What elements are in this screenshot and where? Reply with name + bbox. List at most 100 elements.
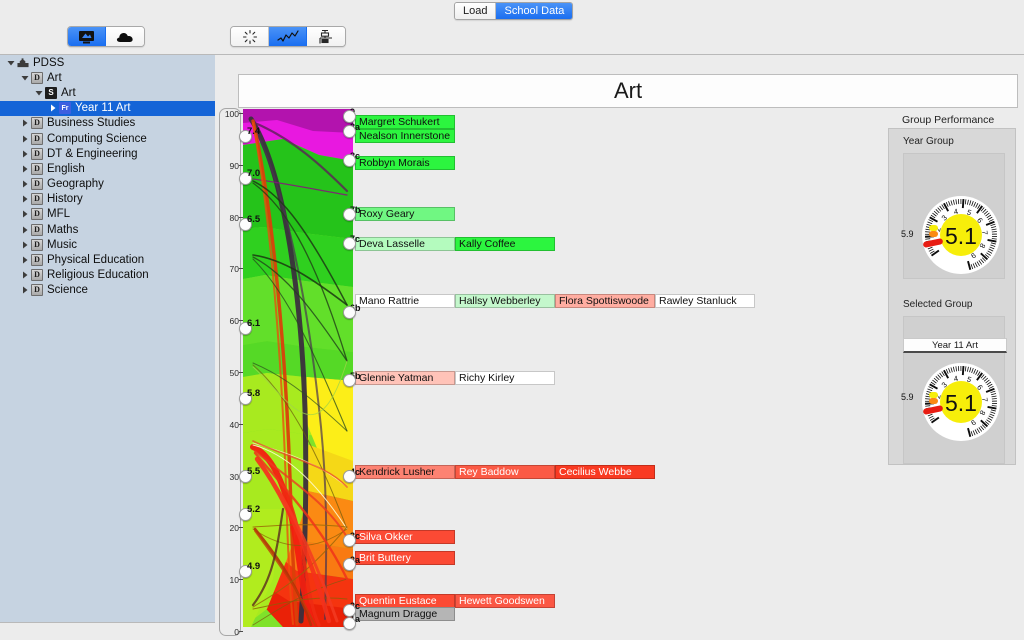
tree-item-maths[interactable]: D Maths <box>0 222 215 237</box>
y-axis-tick: 0 <box>234 628 243 637</box>
selected-group-gauge[interactable]: 1234567895.1 <box>915 356 1007 448</box>
student-chip[interactable]: Brit Buttery <box>355 551 455 565</box>
flow-node-right[interactable] <box>343 109 356 123</box>
tree-item-music[interactable]: D Music <box>0 237 215 252</box>
flow-node-right[interactable] <box>343 469 356 483</box>
load-school-data-segmented-control[interactable]: Load School Data <box>454 2 574 20</box>
stream-flow-svg <box>243 109 353 627</box>
chevron-right-icon[interactable] <box>18 241 31 249</box>
chevron-down-icon[interactable] <box>18 74 31 82</box>
year-group-gauge[interactable]: 1234567895.1 <box>915 189 1007 281</box>
chevron-right-icon[interactable] <box>18 135 31 143</box>
tree-item-label: Physical Education <box>47 254 145 267</box>
selected-group-gauge-marker-value: 5.9 <box>901 392 914 402</box>
chevron-right-icon[interactable] <box>46 104 59 112</box>
line-chart-icon-button[interactable] <box>269 27 307 46</box>
tree-item-label: Computing Science <box>47 132 147 145</box>
department-icon: D <box>31 238 43 251</box>
tree-item-science[interactable]: D Science <box>0 283 215 298</box>
tree-item-geography[interactable]: D Geography <box>0 177 215 192</box>
student-chip[interactable]: Glennie Yatman <box>355 371 455 385</box>
gauge-marker-pip <box>929 225 938 231</box>
student-chip[interactable]: Cecilius Webbe <box>555 465 655 479</box>
school-data-button[interactable]: School Data <box>496 3 573 19</box>
chevron-right-icon[interactable] <box>18 226 31 234</box>
chevron-right-icon[interactable] <box>18 271 31 279</box>
chevron-right-icon[interactable] <box>18 150 31 158</box>
tree-item-religious-education[interactable]: D Religious Education <box>0 268 215 283</box>
chevron-down-icon[interactable] <box>32 89 45 97</box>
student-chip[interactable]: Deva Lasselle <box>355 237 455 251</box>
department-icon: D <box>31 178 43 191</box>
student-chip[interactable]: Margret Schukert <box>355 115 455 129</box>
chevron-right-icon[interactable] <box>18 180 31 188</box>
y-axis-tick: 30 <box>230 473 243 482</box>
flow-node-right[interactable] <box>343 208 356 221</box>
student-chip[interactable]: Nealson Innerstone <box>355 129 455 143</box>
flow-node-left-label: 4.9 <box>247 561 261 573</box>
chevron-right-icon[interactable] <box>18 256 31 264</box>
student-chip[interactable]: Silva Okker <box>355 530 455 544</box>
local-computer-icon-button[interactable] <box>68 27 106 46</box>
chevron-right-icon[interactable] <box>18 195 31 203</box>
app-window: PDSS D Art S Art Fr Year 11 Art D Business Studi… <box>0 0 1024 640</box>
student-chip[interactable]: Mano Rattrie <box>355 294 455 308</box>
student-chip[interactable]: Robbyn Morais <box>355 156 455 170</box>
load-button[interactable]: Load <box>455 3 497 19</box>
tree-item-art[interactable]: D Art <box>0 70 215 85</box>
gauge-minor-tick <box>991 405 997 407</box>
selected-group-value[interactable]: Year 11 Art <box>903 338 1007 353</box>
y-axis-tick: 60 <box>230 317 243 326</box>
student-chip[interactable]: Flora Spottiswoode <box>555 294 655 308</box>
group-performance-title: Group Performance <box>902 114 995 126</box>
gauge-dial: 1234567895.1 <box>922 196 1000 274</box>
cloud-icon-button[interactable] <box>106 27 144 46</box>
chevron-right-icon[interactable] <box>18 210 31 218</box>
student-chip[interactable]: Kally Coffee <box>455 237 555 251</box>
y-axis-tick: 20 <box>230 524 243 533</box>
boxplot-icon-button[interactable] <box>307 27 345 46</box>
chevron-right-icon[interactable] <box>18 119 31 127</box>
tree-item-year-11-art[interactable]: Fr Year 11 Art <box>0 100 215 116</box>
student-chip[interactable]: Quentin Eustace <box>355 594 455 608</box>
tree-item-business-studies[interactable]: D Business Studies <box>0 116 215 131</box>
gauge-value: 5.1 <box>945 223 977 249</box>
gauge-dial: 1234567895.1 <box>922 363 1000 441</box>
tree-item-physical-education[interactable]: D Physical Education <box>0 252 215 267</box>
chevron-right-icon[interactable] <box>18 286 31 294</box>
student-chip[interactable]: Hallsy Webberley <box>455 294 555 308</box>
y-axis-tick: 80 <box>230 214 243 223</box>
tree-item-mfl[interactable]: D MFL <box>0 207 215 222</box>
tree-item-history[interactable]: D History <box>0 192 215 207</box>
flow-node-right[interactable] <box>343 236 356 250</box>
department-icon: D <box>31 162 43 175</box>
student-chip[interactable]: Richy Kirley <box>455 371 555 385</box>
flow-node-right[interactable] <box>343 373 356 387</box>
student-chip[interactable]: Kendrick Lusher <box>355 465 455 479</box>
flow-node-right[interactable] <box>343 153 356 167</box>
tree-item-label: Art <box>61 86 76 99</box>
chevron-right-icon[interactable] <box>18 165 31 173</box>
department-icon: D <box>31 269 43 282</box>
department-icon: D <box>31 284 43 297</box>
tree-item-art[interactable]: S Art <box>0 85 215 100</box>
tree-item-english[interactable]: D English <box>0 161 215 176</box>
student-chip[interactable]: Rawley Stanluck <box>655 294 755 308</box>
stream-flow-plot[interactable] <box>243 109 353 627</box>
student-chip[interactable]: Magnum Dragge <box>355 607 455 621</box>
gauge-value: 5.1 <box>945 390 977 416</box>
tree-item-label: MFL <box>47 208 70 221</box>
student-chip[interactable]: Roxy Geary <box>355 207 455 221</box>
tree-item-computing-science[interactable]: D Computing Science <box>0 131 215 146</box>
tree-item-dt-engineering[interactable]: D DT & Engineering <box>0 146 215 161</box>
flow-node-right[interactable] <box>343 557 356 571</box>
data-source-segmented-control[interactable] <box>67 26 145 47</box>
chevron-down-icon[interactable] <box>4 59 17 67</box>
chart-type-segmented-control[interactable] <box>230 26 346 47</box>
burst-scatter-icon-button[interactable] <box>231 27 269 46</box>
student-chip[interactable]: Hewett Goodswen <box>455 594 555 608</box>
tree-item-pdss[interactable]: PDSS <box>0 55 215 70</box>
flow-node-left-label: 5.5 <box>247 465 261 477</box>
student-chip[interactable]: Rey Baddow <box>455 465 555 479</box>
project-tree[interactable]: PDSS D Art S Art Fr Year 11 Art D Business Studi… <box>0 55 215 622</box>
